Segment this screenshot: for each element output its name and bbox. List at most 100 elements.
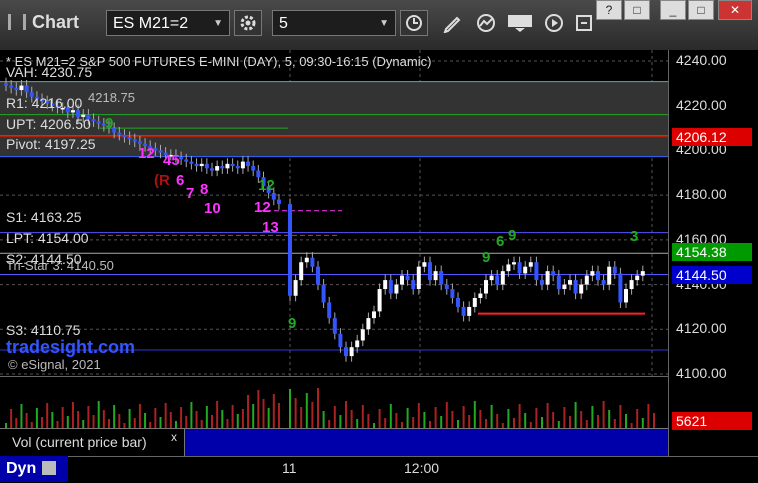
- dynamic-button[interactable]: Dyn: [0, 456, 68, 482]
- volume-tag: 5621: [672, 412, 752, 430]
- volume-bar: [417, 403, 420, 429]
- link-icon: [576, 15, 592, 31]
- copyright: © eSignal, 2021: [8, 357, 101, 372]
- volume-bar: [317, 388, 319, 429]
- count-label: 7: [186, 185, 194, 202]
- count-label: 12: [258, 177, 275, 194]
- volume-bar: [211, 415, 213, 429]
- volume-bar: [580, 411, 583, 429]
- close-icon[interactable]: x: [171, 430, 177, 444]
- candle-body: [220, 166, 225, 169]
- candle-body: [349, 347, 354, 357]
- candle-body: [19, 85, 24, 91]
- volume-bar: [118, 414, 121, 429]
- candle-body: [562, 284, 567, 290]
- time-axis[interactable]: [0, 456, 758, 483]
- volume-bar: [267, 408, 270, 429]
- count-label: 9: [105, 115, 113, 132]
- candle-body: [327, 302, 332, 319]
- count-label: 45: [163, 152, 180, 169]
- candle-body: [204, 163, 209, 169]
- symbol-settings-button[interactable]: [234, 10, 262, 36]
- volume-pane[interactable]: [0, 376, 668, 429]
- level-label: UPT: 4206.50: [6, 116, 91, 132]
- candle-body: [484, 280, 488, 294]
- volume-panel-tab[interactable]: Vol (current price bar): [0, 428, 185, 456]
- volume-bar: [647, 404, 650, 429]
- volume-bar: [445, 402, 448, 429]
- candle-body: [601, 280, 606, 285]
- volume-bar: [619, 405, 622, 429]
- volume-bar: [546, 403, 549, 429]
- candle-body: [117, 132, 122, 135]
- volume-bar: [602, 401, 605, 429]
- candle-body: [215, 166, 220, 171]
- volume-bar: [102, 410, 105, 429]
- maximize-button[interactable]: □: [688, 0, 714, 20]
- candle-body: [551, 271, 556, 276]
- volume-bar: [169, 412, 172, 429]
- candle-body: [495, 275, 500, 285]
- minimize-button[interactable]: _: [660, 0, 686, 20]
- volume-bar: [423, 412, 426, 429]
- volume-bar: [221, 410, 224, 429]
- candle-body: [433, 271, 438, 281]
- candle-body: [132, 139, 137, 142]
- volume-bar: [92, 415, 95, 429]
- studies-button[interactable]: [472, 10, 500, 36]
- volume-bar: [216, 401, 219, 429]
- candle-body: [556, 275, 561, 290]
- price-tag: 4144.50: [672, 265, 752, 284]
- x-tick-11: 11: [282, 460, 297, 476]
- get-data-icon: [508, 15, 532, 32]
- candle-body: [456, 297, 460, 307]
- candle-body: [394, 284, 399, 294]
- candle-body: [478, 293, 483, 298]
- candle-body: [321, 284, 326, 303]
- link-button[interactable]: [570, 10, 598, 36]
- close-button[interactable]: ✕: [718, 0, 752, 20]
- volume-bar: [113, 405, 116, 429]
- candle-body: [534, 262, 539, 281]
- volume-bar: [479, 410, 482, 429]
- restore-button[interactable]: □: [624, 0, 650, 20]
- get-button[interactable]: [506, 10, 534, 36]
- volume-bar: [61, 407, 64, 429]
- candle-body: [158, 150, 163, 153]
- candle-body: [450, 289, 455, 298]
- pencil-icon: [443, 16, 461, 33]
- interval-combo[interactable]: 5 ▼: [272, 10, 396, 36]
- draw-tool-button[interactable]: [438, 10, 466, 36]
- volume-bar: [490, 405, 493, 429]
- volume-bar: [231, 405, 234, 429]
- volume-bar: [180, 407, 183, 429]
- candle-body: [635, 275, 640, 281]
- play-button[interactable]: [540, 10, 568, 36]
- volume-bar: [473, 401, 476, 429]
- volume-bar: [389, 404, 392, 429]
- candle-body: [624, 289, 628, 303]
- count-label: 6: [176, 172, 184, 189]
- candle-body: [332, 318, 337, 334]
- candle-body: [210, 168, 214, 171]
- candle-body: [355, 340, 360, 348]
- chart-bars-icon: [8, 14, 26, 30]
- candle-body: [96, 121, 101, 124]
- chevron-down-icon: ▼: [213, 18, 223, 29]
- help-button[interactable]: ?: [596, 0, 622, 20]
- candle-body: [545, 271, 550, 285]
- volume-bar: [653, 413, 655, 429]
- candle-body: [366, 318, 371, 330]
- symbol-combo[interactable]: ES M21=2 ▼: [106, 10, 230, 36]
- candle-body: [590, 271, 595, 276]
- price-tick: 4120.00: [676, 320, 727, 337]
- time-button[interactable]: [400, 10, 428, 36]
- tri-star-label: Tri-Star 3: 4140.50: [6, 258, 114, 273]
- volume-bar: [367, 414, 370, 429]
- volume-bar: [406, 408, 409, 429]
- count-label: 12: [254, 199, 271, 216]
- candle-body: [596, 271, 600, 281]
- candle-body: [4, 83, 8, 86]
- volume-bar: [608, 410, 611, 429]
- candle-body: [428, 262, 432, 281]
